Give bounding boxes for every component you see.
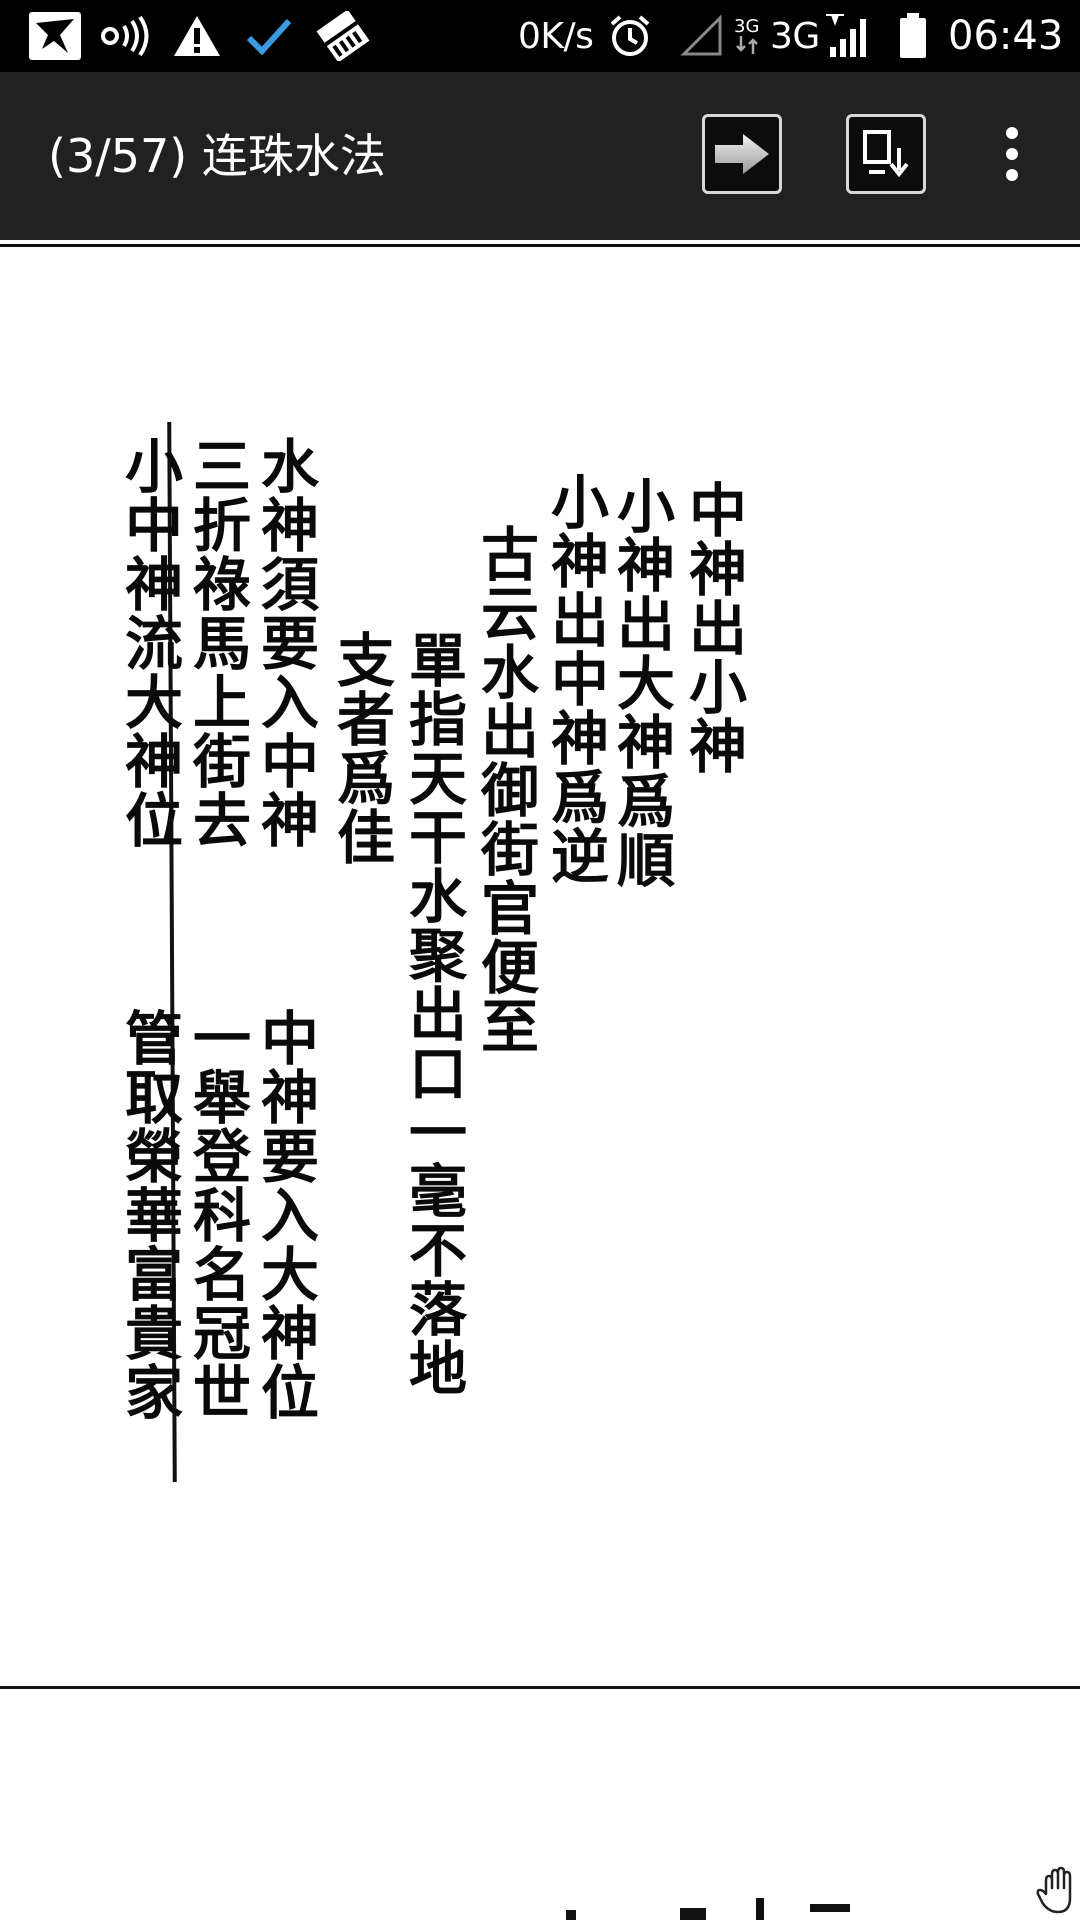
text-column: 支者爲佳 [327, 630, 395, 866]
manuscript-page[interactable]: 中神出小神 小神出大神爲順 小神出中神爲逆 古云水出御街官便至 單指天干水聚出口… [115, 410, 760, 1500]
overflow-menu-button[interactable] [990, 114, 1034, 194]
page-border-bottom [0, 1686, 1080, 1689]
save-page-icon [863, 130, 909, 178]
next-page-button[interactable] [702, 114, 782, 194]
pan-hand-icon[interactable] [1036, 1866, 1080, 1916]
notification-bird-icon [28, 0, 82, 72]
text-column: 小中神流大神位 [115, 436, 183, 849]
overflow-menu-icon [1006, 127, 1018, 139]
text-column: 三折祿馬上街去 [183, 436, 251, 849]
check-icon [246, 0, 292, 72]
network-type-small: 3G [734, 16, 760, 37]
network-speed: 0K/s [518, 15, 594, 57]
page-title: (3/57) 连珠水法 [48, 129, 386, 183]
text-column: 小神出中神爲逆 [541, 472, 609, 885]
text-column: 管取榮華富貴家 [115, 1008, 183, 1421]
next-page-preview [566, 1898, 850, 1920]
cleaner-icon [314, 0, 372, 72]
hotspot-icon [100, 0, 154, 72]
text-column: 中神出小神 [679, 480, 747, 775]
signal-full-icon [824, 0, 874, 72]
data-arrows-icon: 3G [734, 0, 759, 72]
warning-icon [172, 0, 222, 72]
text-column: 小神出大神爲順 [607, 476, 675, 889]
text-column: 古云水出御街官便至 [471, 524, 539, 1055]
save-page-button[interactable] [846, 114, 926, 194]
battery-icon [898, 0, 928, 72]
signal-empty-icon [680, 0, 724, 72]
page-divider [0, 240, 1080, 243]
alarm-icon [608, 0, 652, 72]
status-bar: 0K/s 3G 3G 06:43 [0, 0, 1080, 72]
network-type: 3G [770, 15, 820, 57]
text-column: 單指天干水聚出口一毫不落地 [399, 630, 467, 1397]
text-column: 一舉登科名冠世 [183, 1008, 251, 1421]
page-border-top [0, 244, 1080, 247]
text-column: 中神要入大神位 [251, 1008, 319, 1421]
app-bar: (3/57) 连珠水法 [0, 72, 1080, 240]
clock: 06:43 [948, 13, 1064, 59]
text-column: 水神須要入中神 [251, 436, 319, 849]
next-page-icon [715, 134, 769, 174]
